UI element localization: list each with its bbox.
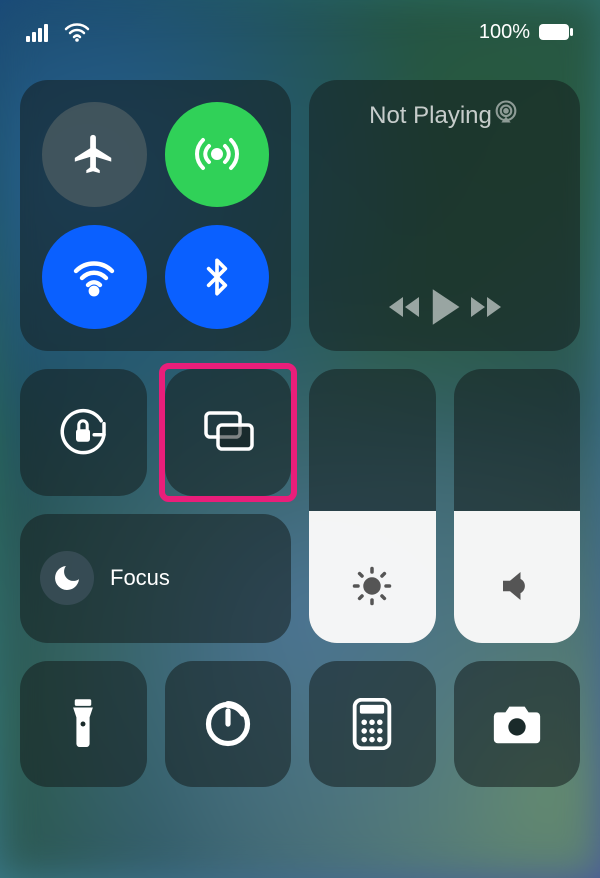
volume-slider[interactable] [454, 369, 581, 643]
brightness-icon [351, 565, 393, 607]
media-title: Not Playing [369, 102, 492, 130]
brightness-slider[interactable] [309, 369, 436, 643]
previous-track-icon[interactable] [387, 292, 427, 322]
bluetooth-button[interactable] [165, 225, 270, 330]
timer-icon [202, 698, 254, 750]
media-panel[interactable]: Not Playing [309, 80, 580, 351]
wifi-button[interactable] [42, 225, 147, 330]
focus-label: Focus [110, 565, 170, 591]
calculator-icon [351, 698, 393, 750]
orientation-lock-icon [55, 404, 111, 460]
airplane-icon [71, 131, 117, 177]
flashlight-icon [63, 696, 103, 752]
orientation-lock-button[interactable] [20, 369, 147, 496]
wifi-icon [70, 253, 118, 301]
play-icon[interactable] [427, 287, 463, 327]
camera-icon [490, 702, 544, 746]
status-bar: 100% [20, 12, 580, 52]
screen-mirroring-icon [198, 407, 258, 457]
timer-button[interactable] [165, 661, 292, 788]
battery-icon [538, 23, 574, 41]
cellular-data-button[interactable] [165, 102, 270, 207]
airplane-mode-button[interactable] [42, 102, 147, 207]
battery-percent: 100% [479, 21, 530, 44]
calculator-button[interactable] [309, 661, 436, 788]
screen-mirroring-button[interactable] [165, 369, 292, 496]
focus-button[interactable]: Focus [20, 514, 291, 643]
flashlight-button[interactable] [20, 661, 147, 788]
connectivity-panel[interactable] [20, 80, 291, 351]
wifi-status-icon [64, 22, 90, 42]
volume-icon [496, 565, 538, 607]
camera-button[interactable] [454, 661, 581, 788]
antenna-icon [193, 130, 241, 178]
bluetooth-icon [197, 253, 237, 301]
airplay-audio-icon[interactable] [492, 98, 520, 126]
next-track-icon[interactable] [463, 292, 503, 322]
cellular-signal-icon [26, 22, 56, 42]
moon-icon [51, 562, 83, 594]
